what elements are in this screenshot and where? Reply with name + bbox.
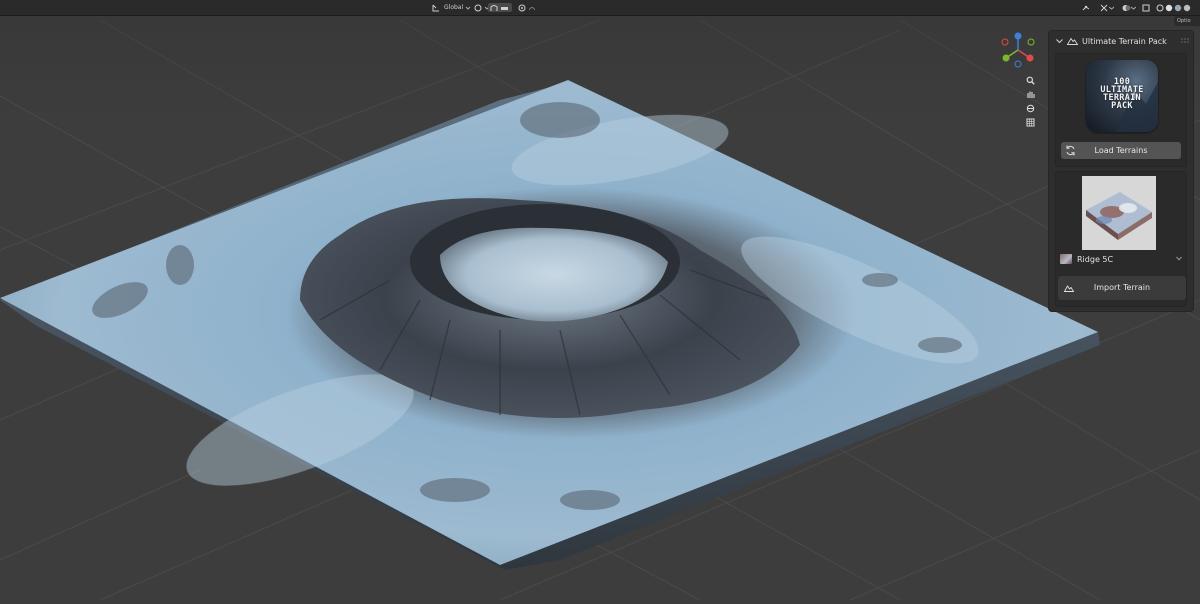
camera-orbit-icon — [1026, 104, 1034, 112]
chevron-down-icon — [1131, 6, 1136, 10]
terrain-preview-thumbnail[interactable] — [1082, 176, 1156, 250]
magnet-icon — [490, 4, 498, 11]
gizmo-neg-y-axis[interactable] — [1027, 38, 1035, 46]
camera-view-button[interactable] — [1024, 102, 1036, 114]
hand-pan-icon — [1026, 91, 1035, 98]
viewport-header: Global — [0, 0, 1200, 16]
mountain-icon — [1067, 37, 1078, 45]
selected-terrain-label: Ridge 5C — [1077, 254, 1114, 264]
overlays-icon — [1122, 4, 1131, 11]
terrain-browser-section: Ridge 5C Import Terrain — [1055, 171, 1187, 307]
ultimate-terrain-pack-panel: Ultimate Terrain Pack 100 ULTIMATE TERRA… — [1048, 30, 1194, 312]
pan-button[interactable] — [1024, 88, 1036, 100]
xray-icon — [1142, 4, 1150, 11]
panel-title: Ultimate Terrain Pack — [1082, 36, 1167, 46]
move-gizmo-icon — [1082, 5, 1090, 10]
3d-viewport[interactable] — [0, 0, 1200, 601]
terrain-preview-art — [1082, 176, 1156, 250]
load-terrains-button[interactable]: Load Terrains — [1061, 142, 1181, 159]
xray-toggle[interactable] — [1142, 3, 1151, 12]
load-terrains-label: Load Terrains — [1094, 146, 1148, 155]
pack-section: 100 ULTIMATE TERRAIN PACK Load Terrains — [1055, 53, 1187, 167]
gizmo-z-axis[interactable] — [1014, 32, 1022, 40]
gizmo-axes-icon — [1100, 4, 1108, 11]
gizmo-x-axis[interactable] — [1026, 54, 1034, 62]
terrain-mesh[interactable] — [0, 80, 1100, 570]
material-preview-icon — [1174, 4, 1182, 11]
logo-text: 100 ULTIMATE TERRAIN PACK — [1100, 77, 1144, 111]
import-terrain-label: Import Terrain — [1093, 283, 1151, 292]
zoom-button[interactable] — [1024, 74, 1036, 86]
shading-modes[interactable] — [1156, 3, 1191, 12]
terrain-selector-dropdown[interactable]: Ridge 5C — [1060, 252, 1186, 266]
panel-header[interactable]: Ultimate Terrain Pack — [1049, 31, 1195, 51]
overlays-toggle[interactable] — [1122, 3, 1136, 12]
navigation-gizmo[interactable] — [998, 30, 1038, 70]
zoom-icon — [1026, 76, 1035, 85]
terrain-swatch-icon — [1060, 254, 1072, 264]
snap-toggle[interactable] — [488, 3, 512, 12]
drag-handle-icon[interactable] — [1181, 38, 1189, 44]
falloff-icon — [529, 6, 535, 10]
link-icon — [474, 4, 482, 11]
pack-logo: 100 ULTIMATE TERRAIN PACK — [1086, 60, 1158, 132]
show-gizmo-dropdown[interactable] — [1100, 3, 1114, 12]
chevron-down-icon — [1056, 39, 1063, 44]
gizmo-toggle[interactable] — [1082, 3, 1091, 12]
gizmo-neg-z-axis[interactable] — [1014, 60, 1022, 68]
rendered-shading-icon — [1183, 4, 1191, 11]
gizmo-y-axis[interactable] — [1002, 54, 1010, 62]
gizmo-neg-x-axis[interactable] — [1001, 38, 1009, 46]
snap-target-icon — [501, 6, 508, 10]
options-tab[interactable]: Optio — [1174, 16, 1200, 26]
wireframe-shading-icon — [1156, 4, 1164, 11]
proportional-edit-toggle[interactable] — [516, 3, 537, 12]
chevron-down-icon — [1176, 256, 1182, 261]
viewport-canvas[interactable] — [0, 0, 1200, 601]
ortho-toggle-button[interactable] — [1024, 116, 1036, 128]
transform-orientation-label: Global — [444, 4, 464, 11]
transform-orientation-dropdown[interactable]: Global — [430, 3, 473, 12]
import-terrain-button[interactable]: Import Terrain — [1058, 276, 1186, 300]
solid-shading-icon — [1165, 4, 1173, 11]
grid-view-icon — [1026, 118, 1034, 126]
proportional-edit-icon — [518, 4, 526, 11]
orientation-icon — [432, 4, 439, 11]
chevron-down-icon — [1109, 6, 1114, 10]
chevron-down-icon — [465, 6, 471, 10]
